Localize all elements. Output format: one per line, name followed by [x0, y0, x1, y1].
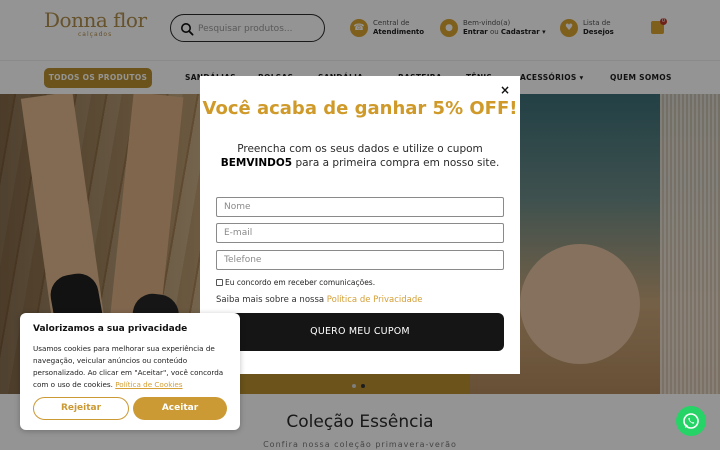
name-field[interactable] — [216, 197, 504, 217]
coupon-code: BEMVINDO5 — [220, 157, 293, 169]
whatsapp-button[interactable] — [676, 406, 706, 436]
cookie-consent-banner: Valorizamos a sua privacidade Usamos coo… — [20, 313, 240, 430]
consent-label: Eu concordo em receber comunicações. — [225, 278, 376, 287]
cookie-title: Valorizamos a sua privacidade — [33, 324, 188, 334]
accept-cookies-button[interactable]: Aceitar — [133, 397, 227, 420]
privacy-policy-link[interactable]: Política de Privacidade — [327, 295, 423, 305]
email-field[interactable] — [216, 223, 504, 243]
coupon-popup: × Você acaba de ganhar 5% OFF! Preencha … — [200, 76, 520, 374]
privacy-text: Saiba mais sobre a nossa — [216, 295, 327, 305]
get-coupon-button[interactable]: QUERO MEU CUPOM — [216, 313, 504, 351]
cookie-body: Usamos cookies para melhorar sua experiê… — [33, 343, 230, 391]
privacy-note: Saiba mais sobre a nossa Política de Pri… — [216, 295, 422, 305]
cookie-policy-link[interactable]: Política de Cookies — [115, 380, 182, 389]
consent-checkbox[interactable] — [216, 279, 223, 286]
popup-desc-after: para a primeira compra em nosso site. — [292, 157, 500, 169]
popup-description: Preencha com os seus dados e utilize o c… — [214, 142, 506, 170]
whatsapp-icon — [683, 413, 699, 429]
popup-desc-before: Preencha com os seus dados e utilize o c… — [237, 143, 483, 155]
close-icon[interactable]: × — [499, 84, 511, 96]
phone-field[interactable] — [216, 250, 504, 270]
popup-title: Você acaba de ganhar 5% OFF! — [202, 98, 518, 119]
consent-checkbox-row[interactable]: Eu concordo em receber comunicações. — [216, 278, 375, 287]
reject-cookies-button[interactable]: Rejeitar — [33, 397, 129, 420]
